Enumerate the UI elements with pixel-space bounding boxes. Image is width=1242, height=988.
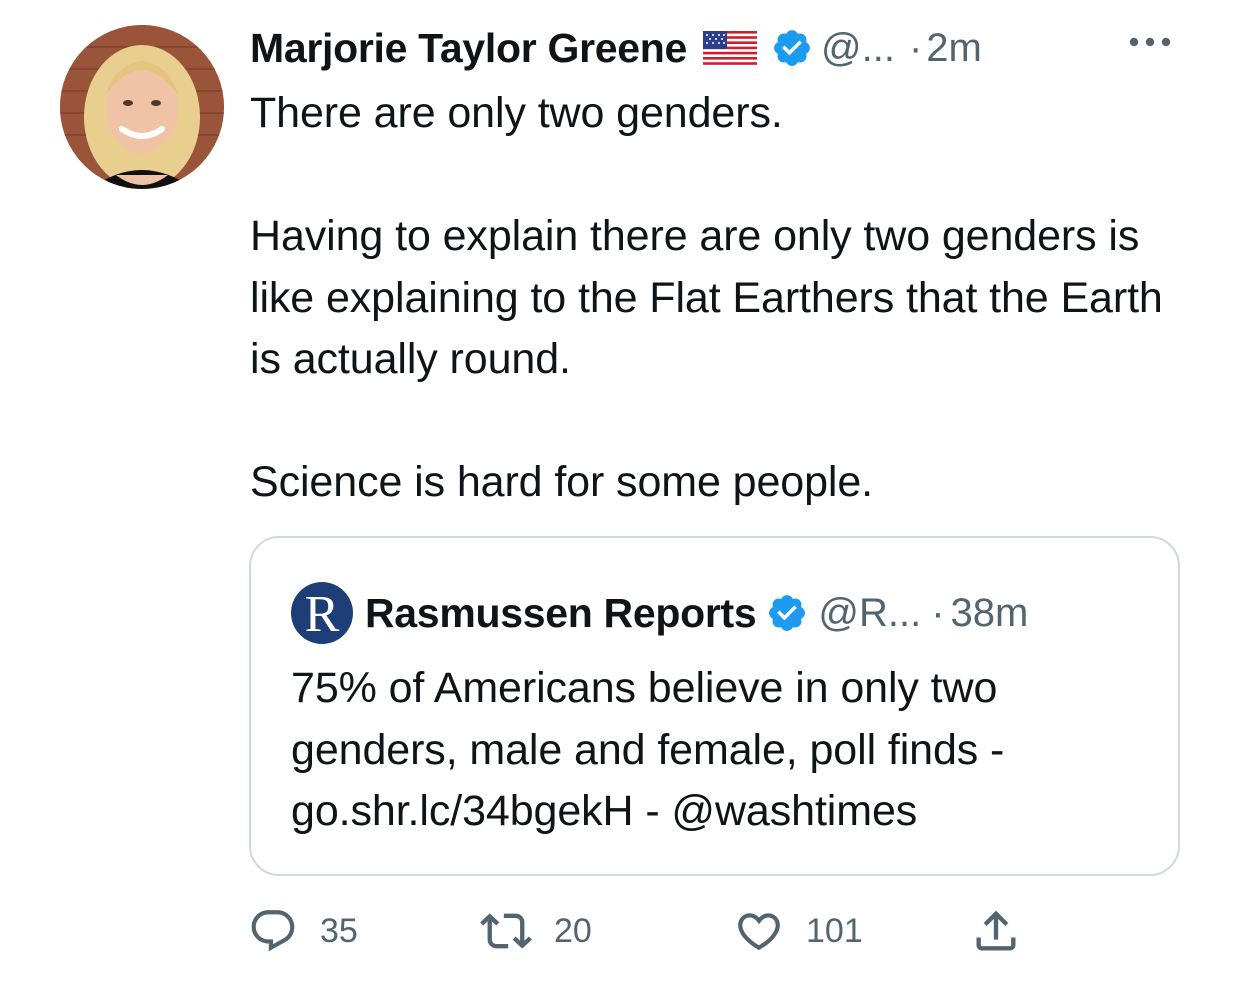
reply-count: 35 bbox=[320, 911, 358, 950]
like-icon bbox=[738, 913, 780, 951]
like-count: 101 bbox=[806, 911, 863, 950]
verified-badge-icon bbox=[766, 592, 808, 634]
tweet-header: Marjorie Taylor Greene @... · 2m bbox=[250, 18, 1182, 78]
author-display-name[interactable]: Marjorie Taylor Greene bbox=[250, 25, 687, 72]
tweet-text-paragraph-2: Having to explain there are only two gen… bbox=[250, 212, 1163, 383]
share-icon bbox=[976, 910, 1016, 951]
retweet-button[interactable]: 20 bbox=[480, 903, 592, 959]
quoted-tweet-text: 75% of Americans believe in only two gen… bbox=[291, 664, 1005, 835]
tweet-text-line-1: There are only two genders. bbox=[250, 89, 783, 137]
retweet-icon bbox=[480, 913, 532, 949]
quoted-avatar-letter: R bbox=[304, 586, 340, 643]
author-avatar-image bbox=[60, 25, 224, 189]
quoted-author-display-name: Rasmussen Reports bbox=[365, 589, 757, 636]
tweet-text-paragraph-3: Science is hard for some people. bbox=[250, 458, 874, 506]
separator-dot: · bbox=[908, 25, 923, 70]
retweet-count: 20 bbox=[554, 911, 592, 950]
quoted-tweet-header: R Rasmussen Reports @R... · 38m bbox=[291, 582, 1028, 644]
reply-icon bbox=[251, 910, 295, 952]
share-button[interactable] bbox=[970, 903, 1022, 959]
more-options-icon[interactable] bbox=[1124, 28, 1176, 58]
us-flag-icon bbox=[702, 29, 757, 67]
quoted-author-handle: @R... bbox=[818, 590, 922, 635]
author-handle[interactable]: @... bbox=[821, 26, 895, 71]
tweet-text: There are only two genders. Having to ex… bbox=[250, 83, 1190, 514]
quoted-author-avatar: R bbox=[291, 582, 353, 644]
like-button[interactable]: 101 bbox=[734, 903, 863, 959]
verified-badge-icon bbox=[771, 27, 813, 69]
quoted-tweet-card[interactable]: R Rasmussen Reports @R... · 38m 75% of A… bbox=[249, 536, 1180, 876]
tweet-timestamp[interactable]: 2m bbox=[926, 26, 982, 71]
reply-button[interactable]: 35 bbox=[248, 903, 358, 959]
separator-dot: · bbox=[931, 590, 945, 635]
author-avatar[interactable] bbox=[60, 25, 224, 189]
tweet-action-bar: 35 20 101 bbox=[248, 903, 1048, 959]
quoted-tweet-timestamp: 38m bbox=[950, 590, 1029, 635]
